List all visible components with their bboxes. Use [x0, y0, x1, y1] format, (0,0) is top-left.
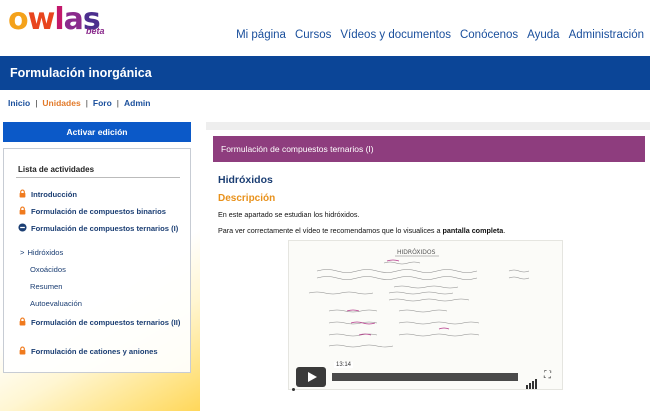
activity-label: Formulación de compuestos ternarios (II) — [31, 318, 181, 327]
logo-beta-badge: beta — [86, 26, 105, 36]
breadcrumb-admin[interactable]: Admin — [124, 98, 150, 108]
seek-bar[interactable] — [332, 373, 518, 381]
activity-cationes-aniones[interactable]: Formulación de cationes y aniones — [18, 346, 158, 357]
fullscreen-icon[interactable]: ⛶ — [544, 370, 556, 382]
nav-ayuda[interactable]: Ayuda — [527, 29, 559, 41]
nav-conocenos[interactable]: Conócenos — [460, 29, 518, 41]
section-header: Formulación de compuestos ternarios (I) — [213, 136, 645, 162]
activity-ternarios-i[interactable]: Formulación de compuestos ternarios (I) — [18, 223, 183, 234]
chevron-right-icon: > — [20, 248, 25, 257]
breadcrumb-separator: | — [116, 98, 120, 108]
play-button[interactable] — [296, 367, 326, 387]
video-controls: 13:14 ⛶ — [288, 362, 563, 390]
subitem-label: Resumen — [30, 282, 63, 291]
breadcrumb-foro[interactable]: Foro — [93, 98, 112, 108]
activity-label: Formulación de compuestos binarios — [31, 207, 167, 216]
whiteboard-frame: HIDRÓXIDOS — [308, 249, 530, 348]
tip-bold: pantalla completa — [442, 226, 504, 235]
lock-icon — [19, 206, 26, 215]
subitem-label: Oxoácidos — [30, 265, 66, 274]
subitem-label: Hidróxidos — [27, 248, 64, 257]
activar-edicion-button[interactable]: Activar edición — [3, 122, 191, 142]
activity-introduccion[interactable]: Introducción — [18, 189, 77, 200]
breadcrumb: Inicio | Unidades | Foro | Admin — [8, 98, 150, 108]
activity-label: Formulación de compuestos ternarios (I) — [31, 224, 179, 233]
activity-list-panel: Lista de actividades Introducción Formul… — [3, 148, 191, 373]
subitem-oxoacidos[interactable]: Oxoácidos — [30, 265, 66, 274]
main-nav: Mi página Cursos Vídeos y documentos Con… — [227, 29, 644, 41]
handwriting-scribbles — [308, 261, 530, 348]
page-heading: Hidróxidos — [218, 174, 273, 186]
subitem-autoevaluacion[interactable]: Autoevaluación — [30, 299, 82, 308]
subitem-label: Autoevaluación — [30, 299, 82, 308]
main-content: Formulación de compuestos ternarios (I) … — [206, 122, 650, 411]
minus-circle-icon — [18, 223, 27, 232]
breadcrumb-separator: | — [35, 98, 38, 108]
divider — [16, 177, 180, 178]
intro-paragraph: En este apartado se estudian los hidróxi… — [218, 210, 360, 219]
nav-mi-pagina[interactable]: Mi página — [236, 29, 286, 41]
section-title: Formulación de compuestos ternarios (I) — [221, 144, 374, 154]
whiteboard-title: HIDRÓXIDOS — [397, 249, 436, 256]
activity-list-title: Lista de actividades — [18, 165, 95, 174]
nav-administracion[interactable]: Administración — [569, 29, 644, 41]
subitem-resumen[interactable]: Resumen — [30, 282, 63, 291]
lock-icon — [19, 346, 26, 355]
breadcrumb-separator: | — [85, 98, 88, 108]
breadcrumb-inicio[interactable]: Inicio — [8, 98, 30, 108]
volume-icon[interactable] — [526, 371, 538, 389]
course-banner: Formulación inorgánica — [0, 56, 650, 90]
owlas-logo[interactable]: owlas beta — [8, 2, 105, 37]
left-sidebar: Activar edición Lista de actividades Int… — [0, 122, 200, 411]
tip-end: . — [503, 226, 506, 235]
mouse-cursor — [292, 388, 295, 391]
lock-icon — [19, 317, 26, 326]
lock-icon — [19, 189, 26, 198]
breadcrumb-unidades[interactable]: Unidades — [42, 98, 80, 108]
video-time: 13:14 — [334, 362, 354, 368]
activity-label: Introducción — [31, 190, 77, 199]
description-heading: Descripción — [218, 193, 276, 204]
subitem-hidroxidos[interactable]: > Hidróxidos — [20, 248, 63, 257]
activity-label: Formulación de cationes y aniones — [31, 347, 158, 356]
content-top-strip — [206, 122, 650, 130]
activity-binarios[interactable]: Formulación de compuestos binarios — [18, 206, 166, 217]
nav-cursos[interactable]: Cursos — [295, 29, 331, 41]
top-header: owlas beta Mi página Cursos Vídeos y doc… — [0, 0, 650, 56]
course-title: Formulación inorgánica — [10, 66, 152, 80]
tip-text: Para ver correctamente el vídeo te recom… — [218, 226, 443, 235]
fullscreen-tip-paragraph: Para ver correctamente el vídeo te recom… — [218, 226, 505, 235]
nav-videos-documentos[interactable]: Vídeos y documentos — [340, 29, 451, 41]
activity-ternarios-ii[interactable]: Formulación de compuestos ternarios (II) — [18, 317, 183, 328]
handwriting-highlights — [346, 259, 450, 336]
